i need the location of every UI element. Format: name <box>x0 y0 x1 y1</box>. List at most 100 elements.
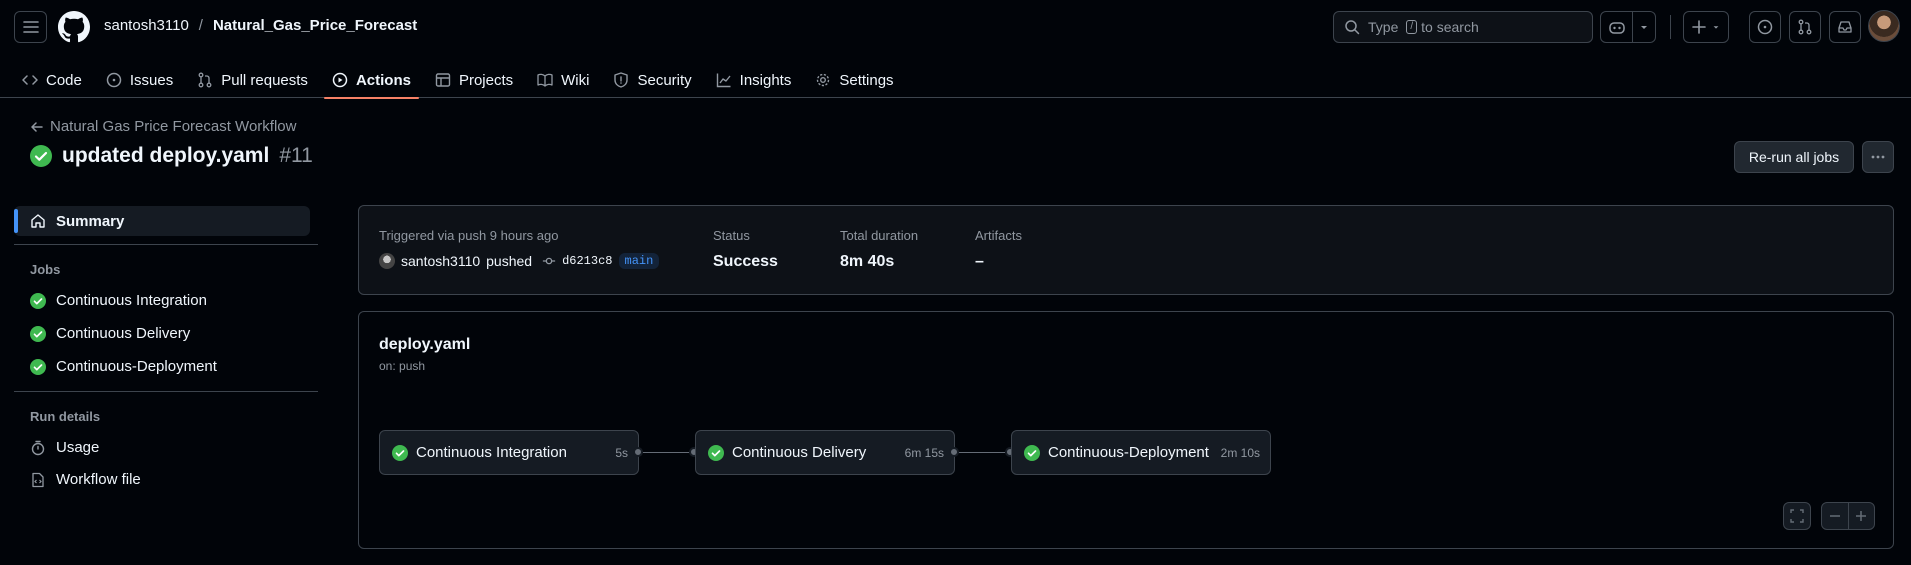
tab-settings[interactable]: Settings <box>807 62 901 98</box>
run-number: #11 <box>279 144 313 167</box>
run-summary-card: Triggered via push 9 hours ago santosh31… <box>358 205 1894 295</box>
gear-icon <box>817 73 830 87</box>
create-new-button[interactable] <box>1683 11 1729 43</box>
github-logo-icon[interactable] <box>58 11 90 43</box>
sidebar-heading-jobs: Jobs <box>30 262 61 277</box>
table-icon <box>435 73 451 87</box>
tab-pull-requests[interactable]: Pull requests <box>189 62 316 98</box>
check-circle-icon <box>1024 444 1040 461</box>
sidebar-item-label: Workflow file <box>56 471 141 488</box>
header-divider <box>1670 15 1671 39</box>
sidebar-item-label: Usage <box>56 439 100 456</box>
tab-label: Issues <box>129 71 174 89</box>
repo-nav-tabs: Code Issues Pull requests Actions Projec… <box>14 62 910 99</box>
branch-label[interactable]: main <box>618 253 660 269</box>
graph-job-node[interactable]: Continuous-Deployment 2m 10s <box>1011 430 1271 475</box>
rerun-all-jobs-button[interactable]: Re-run all jobs <box>1734 141 1854 173</box>
repo-owner-link[interactable]: santosh3110 <box>104 17 189 34</box>
shield-icon <box>614 72 629 88</box>
sidebar-item-summary[interactable]: Summary <box>14 206 310 236</box>
fullscreen-icon <box>1790 509 1804 523</box>
issues-shortcut-button[interactable] <box>1749 11 1781 43</box>
actor-avatar[interactable] <box>379 253 395 269</box>
actor-action: pushed <box>486 253 533 269</box>
sidebar-job-item[interactable]: Continuous-Deployment <box>30 358 217 375</box>
tab-code[interactable]: Code <box>14 62 90 98</box>
sidebar-job-label: Continuous Delivery <box>56 325 191 342</box>
repo-breadcrumb: santosh3110 / Natural_Gas_Price_Forecast <box>104 17 417 34</box>
copilot-icon <box>1608 22 1625 34</box>
actor-name[interactable]: santosh3110 <box>401 253 480 269</box>
kebab-horizontal-icon <box>1871 155 1885 159</box>
tab-label: Settings <box>839 71 894 89</box>
breadcrumb-separator: / <box>198 17 203 34</box>
hamburger-icon <box>22 21 39 33</box>
back-to-workflow-link[interactable]: Natural Gas Price Forecast Workflow <box>30 118 296 135</box>
artifacts-column: Artifacts – <box>975 228 1022 271</box>
commit-sha-link[interactable]: d6213c8 <box>562 254 612 268</box>
more-options-button[interactable] <box>1862 141 1894 173</box>
git-commit-icon <box>542 257 556 265</box>
graph-job-node[interactable]: Continuous Integration 5s <box>379 430 639 475</box>
sidebar-job-label: Continuous-Deployment <box>56 358 217 375</box>
page-title: updated deploy.yaml #11 <box>30 144 313 168</box>
graph-job-name: Continuous-Deployment <box>1048 444 1209 461</box>
inbox-button[interactable] <box>1829 11 1861 43</box>
search-input[interactable]: Type / to search <box>1333 11 1593 43</box>
tab-label: Code <box>46 71 82 89</box>
duration-label: Total duration <box>840 228 919 243</box>
artifacts-label: Artifacts <box>975 228 1022 243</box>
book-icon <box>537 73 553 87</box>
play-icon <box>332 72 348 88</box>
tab-wiki[interactable]: Wiki <box>529 62 597 98</box>
tab-issues[interactable]: Issues <box>98 62 181 98</box>
search-shortcut-key: / <box>1406 20 1418 34</box>
fullscreen-button[interactable] <box>1783 502 1811 530</box>
pull-request-icon <box>198 72 212 88</box>
user-avatar[interactable] <box>1868 10 1900 42</box>
sidebar-item-label: Summary <box>56 212 125 230</box>
plus-icon <box>1856 511 1867 521</box>
inbox-icon <box>1838 21 1852 33</box>
workflow-graph-card: deploy.yaml on: push Continuous Integrat… <box>358 311 1894 549</box>
duration-value[interactable]: 8m 40s <box>840 253 918 271</box>
graph-icon <box>716 73 731 88</box>
repo-name-link[interactable]: Natural_Gas_Price_Forecast <box>213 17 417 34</box>
search-icon <box>1345 20 1360 35</box>
stopwatch-icon <box>31 440 45 455</box>
sidebar-item-usage[interactable]: Usage <box>30 439 99 456</box>
graph-job-duration: 2m 10s <box>1220 445 1260 460</box>
tab-label: Insights <box>739 71 792 89</box>
pull-request-icon <box>1798 19 1812 35</box>
sidebar-job-item[interactable]: Continuous Integration <box>30 292 207 309</box>
zoom-in-button[interactable] <box>1849 510 1875 522</box>
status-value: Success <box>713 253 778 270</box>
tab-label: Wiki <box>561 71 590 89</box>
graph-job-name: Continuous Delivery <box>732 444 867 461</box>
sidebar-item-workflow-file[interactable]: Workflow file <box>30 471 141 488</box>
workflow-file-name[interactable]: deploy.yaml <box>379 336 470 354</box>
pull-requests-shortcut-button[interactable] <box>1789 11 1821 43</box>
hamburger-menu-button[interactable] <box>14 11 47 43</box>
tab-projects[interactable]: Projects <box>427 62 521 98</box>
run-title-text: updated deploy.yaml <box>62 144 270 167</box>
search-placeholder-suffix: to search <box>1421 19 1479 35</box>
tab-insights[interactable]: Insights <box>708 62 800 98</box>
zoom-out-button[interactable] <box>1822 510 1848 522</box>
tab-actions[interactable]: Actions <box>323 62 419 99</box>
tab-security[interactable]: Security <box>605 62 699 98</box>
check-circle-icon <box>708 444 724 461</box>
graph-job-node[interactable]: Continuous Delivery 6m 15s <box>695 430 955 475</box>
sidebar-job-item[interactable]: Continuous Delivery <box>30 325 190 342</box>
sidebar-job-label: Continuous Integration <box>56 292 207 309</box>
search-placeholder-prefix: Type <box>1368 19 1399 35</box>
check-circle-icon <box>30 292 46 309</box>
graph-job-duration: 6m 15s <box>904 445 944 460</box>
sidebar-heading-run-details: Run details <box>30 409 101 424</box>
tab-label: Pull requests <box>221 71 308 89</box>
tab-label: Actions <box>355 71 411 89</box>
trigger-text: Triggered via push 9 hours ago <box>379 228 559 243</box>
check-circle-icon <box>30 145 52 167</box>
copilot-button[interactable] <box>1600 11 1656 43</box>
graph-connector-dot <box>949 447 959 457</box>
